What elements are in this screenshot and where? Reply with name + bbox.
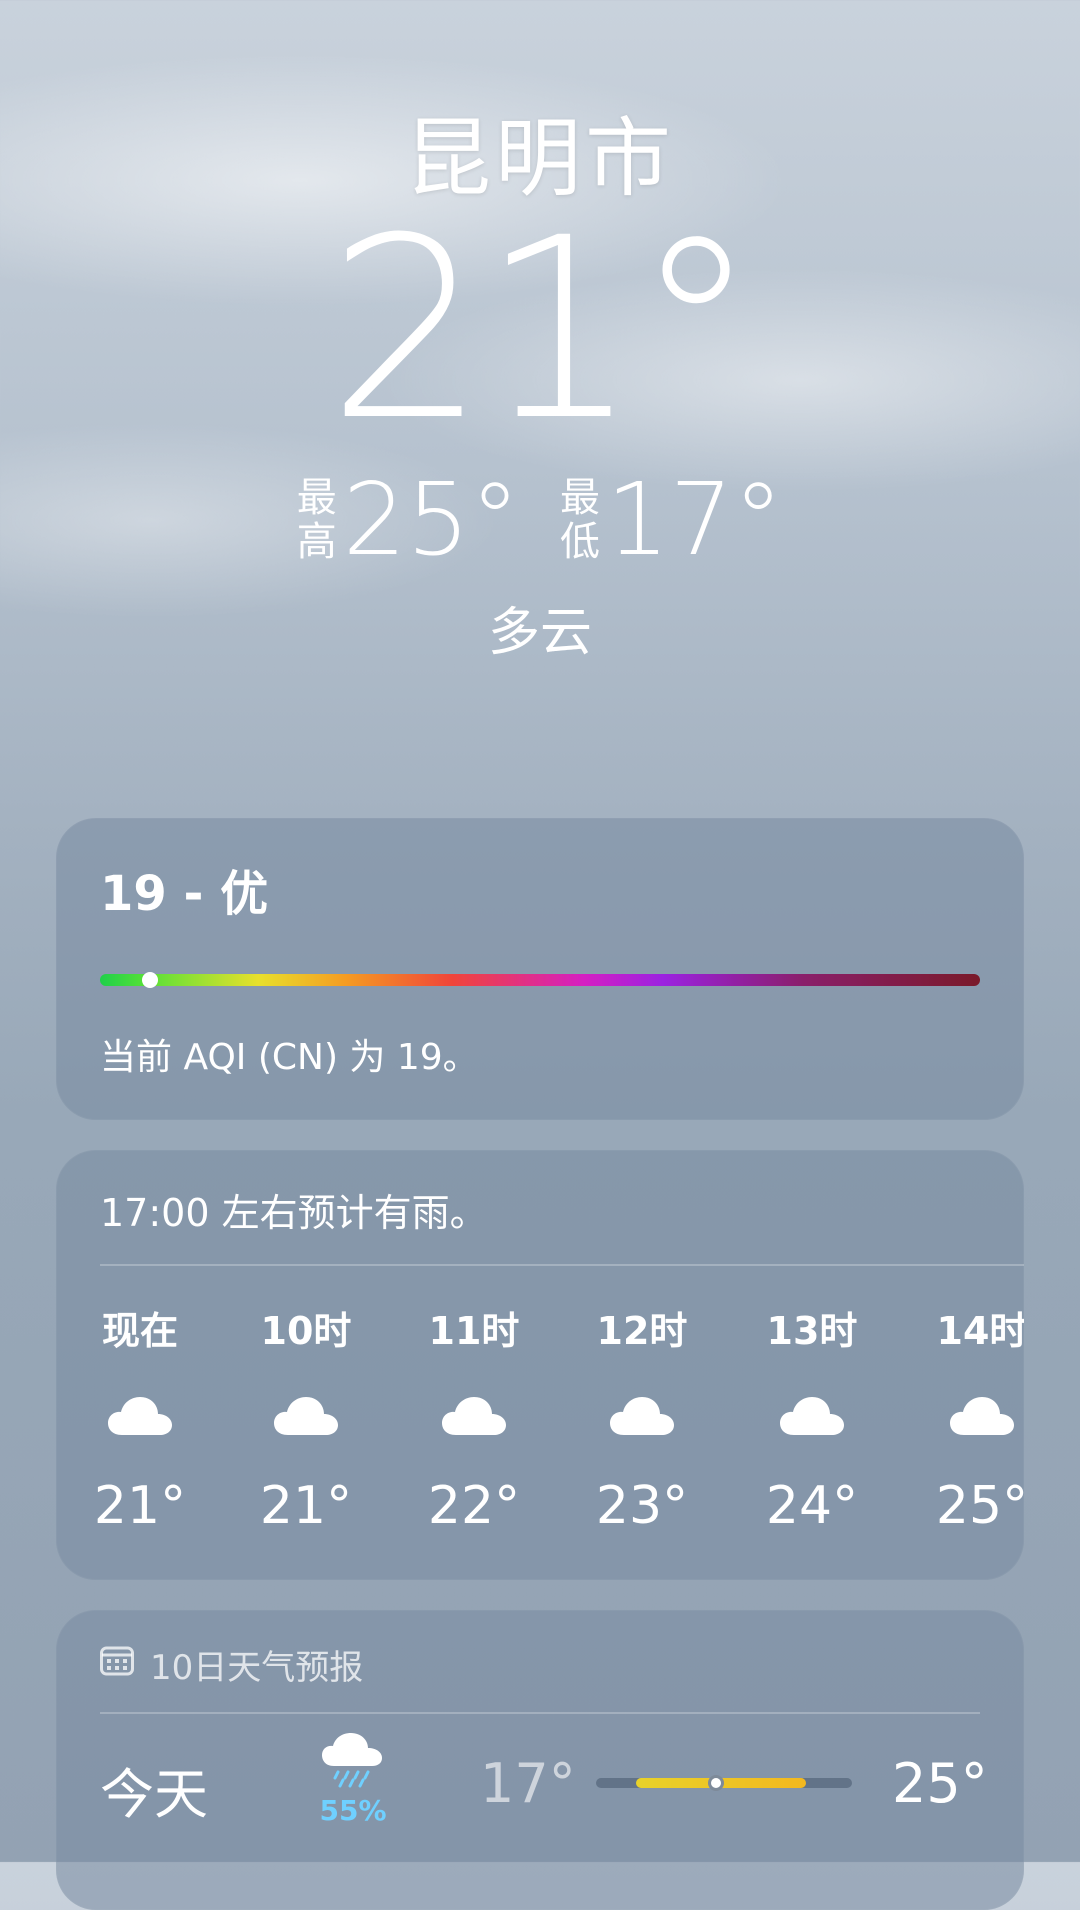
high-temp-group: 最 高 25° [297, 470, 520, 570]
hour-item: 13时 24° [752, 1300, 872, 1536]
cloud-icon [752, 1380, 872, 1450]
weather-condition: 多云 [487, 603, 592, 663]
hour-temp: 22° [427, 1476, 521, 1536]
day-weather: 55% [308, 1730, 398, 1827]
hour-item: 14时 25° [922, 1300, 1024, 1536]
cloud-icon [414, 1380, 534, 1450]
daily-header-title: 10日天气预报 [150, 1648, 364, 1688]
divider [100, 1264, 1024, 1266]
cloud-icon [246, 1380, 366, 1450]
low-label: 最 低 [560, 476, 600, 564]
aqi-title: 19 - 优 [100, 866, 269, 922]
aqi-scale-bar [100, 974, 980, 986]
hour-label: 10时 [260, 1309, 352, 1353]
cloud-icon [80, 1380, 200, 1450]
current-temperature: 21° [327, 184, 758, 475]
day-high-temp: 25° [892, 1752, 988, 1815]
hour-item: 10时 21° [246, 1300, 366, 1536]
hour-label: 现在 [101, 1309, 178, 1353]
hour-item: 现在 21° [80, 1300, 200, 1536]
hourly-summary: 17:00 左右预计有雨。 [100, 1191, 488, 1235]
high-low: 最 高 25° 最 低 17° [0, 470, 1080, 570]
temperature-range-bar [596, 1775, 852, 1791]
day-name: 今天 [100, 1763, 208, 1826]
hour-label: 14时 [936, 1309, 1024, 1353]
high-label-char1: 最 [296, 475, 337, 521]
cloud-icon [582, 1380, 702, 1450]
aqi-card[interactable]: 19 - 优 当前 AQI (CN) 为 19。 [56, 818, 1024, 1120]
divider [100, 1712, 980, 1714]
hour-temp: 21° [93, 1476, 187, 1536]
current-temp-dot [708, 1775, 724, 1791]
day-low-temp: 17° [480, 1752, 576, 1815]
cloud-icon [922, 1380, 1024, 1450]
high-label: 最 高 [297, 476, 337, 564]
high-temp: 25° [342, 461, 520, 578]
low-label-char2: 低 [560, 519, 600, 565]
low-temp: 17° [606, 461, 784, 578]
hour-temp: 24° [765, 1476, 859, 1536]
hourly-forecast-card[interactable]: 17:00 左右预计有雨。 现在 21° 10时 21° 11时 22° 12时… [56, 1150, 1024, 1580]
hour-label: 12时 [596, 1309, 688, 1353]
calendar-icon [100, 1644, 134, 1685]
daily-header: 10日天气预报 [100, 1640, 363, 1689]
hour-label: 11时 [428, 1309, 520, 1353]
low-label-char1: 最 [560, 475, 600, 521]
low-temp-group: 最 低 17° [560, 470, 783, 570]
hour-label: 13时 [766, 1309, 858, 1353]
aqi-indicator-dot [142, 972, 158, 988]
high-label-char2: 高 [296, 519, 337, 565]
aqi-description: 当前 AQI (CN) 为 19。 [100, 1037, 479, 1078]
hour-temp: 25° [935, 1476, 1024, 1536]
hour-temp: 21° [259, 1476, 353, 1536]
hour-item: 12时 23° [582, 1300, 702, 1536]
precipitation-probability: 55% [319, 1794, 387, 1827]
hour-temp: 23° [595, 1476, 689, 1536]
cloud-rain-icon [320, 1733, 386, 1792]
hour-item: 11时 22° [414, 1300, 534, 1536]
daily-forecast-card[interactable]: 10日天气预报 今天 55% 17° 25° [56, 1610, 1024, 1910]
